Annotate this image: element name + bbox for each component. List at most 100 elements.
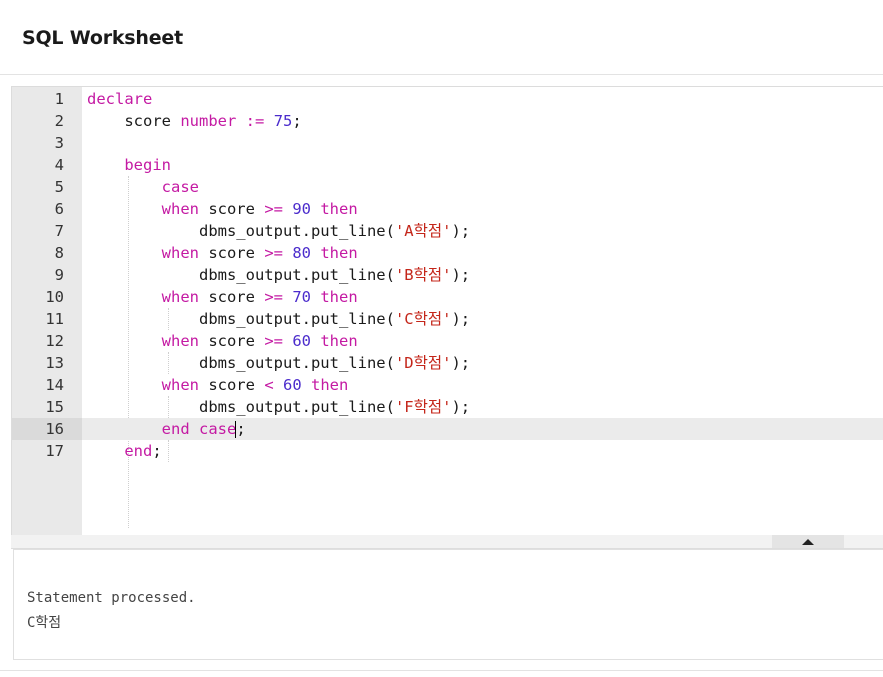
keyword-token: case bbox=[199, 420, 237, 438]
code-token: dbms_output.put_line( bbox=[87, 266, 395, 284]
code-token: ; bbox=[236, 420, 246, 438]
keyword-token: declare bbox=[87, 90, 153, 108]
code-line[interactable]: 4 begin bbox=[12, 154, 883, 176]
code-line[interactable]: 13 dbms_output.put_line('D학점'); bbox=[12, 352, 883, 374]
code-line[interactable]: 2 score number := 75; bbox=[12, 110, 883, 132]
collapse-output-button[interactable] bbox=[772, 535, 844, 548]
keyword-token: then bbox=[320, 332, 358, 350]
footer-divider bbox=[0, 670, 883, 671]
string-token: 'A학점' bbox=[394, 222, 452, 240]
output-status: Statement processed. bbox=[27, 590, 196, 606]
code-text[interactable]: when score >= 70 then bbox=[87, 286, 358, 308]
code-token: dbms_output.put_line( bbox=[87, 222, 395, 240]
code-text[interactable]: when score < 60 then bbox=[87, 374, 349, 396]
line-number: 2 bbox=[54, 112, 64, 130]
code-text[interactable]: end case; bbox=[87, 418, 246, 440]
line-number: 15 bbox=[45, 398, 64, 416]
line-number: 12 bbox=[45, 332, 64, 350]
line-number: 9 bbox=[54, 266, 64, 284]
line-number: 1 bbox=[54, 90, 64, 108]
line-number: 5 bbox=[54, 178, 64, 196]
code-token: ); bbox=[451, 310, 471, 328]
code-token: dbms_output.put_line( bbox=[87, 354, 395, 372]
chevron-up-icon bbox=[802, 538, 814, 545]
number-token: 80 bbox=[292, 244, 311, 262]
code-line[interactable]: 16 end case; bbox=[12, 418, 883, 440]
line-number: 7 bbox=[54, 222, 64, 240]
code-token: ; bbox=[292, 112, 302, 130]
keyword-token: case bbox=[161, 178, 199, 196]
code-text[interactable]: case bbox=[87, 176, 199, 198]
code-text[interactable]: when score >= 80 then bbox=[87, 242, 358, 264]
keyword-token: when bbox=[161, 244, 199, 262]
code-line[interactable]: 14 when score < 60 then bbox=[12, 374, 883, 396]
code-line[interactable]: 6 when score >= 90 then bbox=[12, 198, 883, 220]
string-token: 'D학점' bbox=[394, 354, 452, 372]
code-text[interactable]: dbms_output.put_line('D학점'); bbox=[87, 352, 470, 374]
code-line[interactable]: 3 bbox=[12, 132, 883, 154]
code-editor[interactable]: 1 declare 2 score number := 75; 3 4 begin 5 c… bbox=[11, 86, 883, 537]
code-text[interactable]: declare bbox=[87, 88, 152, 110]
code-text[interactable]: end; bbox=[87, 440, 162, 462]
keyword-token: >= bbox=[264, 200, 283, 218]
code-text[interactable]: when score >= 60 then bbox=[87, 330, 358, 352]
keyword-token: number bbox=[180, 112, 237, 130]
code-token: ); bbox=[451, 398, 471, 416]
code-line[interactable]: 9 dbms_output.put_line('B학점'); bbox=[12, 264, 883, 286]
pane-splitter[interactable] bbox=[11, 535, 883, 549]
code-lines[interactable]: 1 declare 2 score number := 75; 3 4 begin 5 c… bbox=[12, 88, 883, 462]
code-line[interactable]: 17 end; bbox=[12, 440, 883, 462]
number-token: 90 bbox=[292, 200, 311, 218]
code-token: ); bbox=[451, 266, 471, 284]
code-text[interactable]: score number := 75; bbox=[87, 110, 302, 132]
code-line[interactable]: 11 dbms_output.put_line('C학점'); bbox=[12, 308, 883, 330]
code-text[interactable]: dbms_output.put_line('C학점'); bbox=[87, 308, 470, 330]
code-token: ; bbox=[152, 442, 162, 460]
keyword-token: end bbox=[161, 420, 190, 438]
line-number: 4 bbox=[54, 156, 64, 174]
line-number: 6 bbox=[54, 200, 64, 218]
page-title: SQL Worksheet bbox=[22, 27, 183, 49]
line-number: 8 bbox=[54, 244, 64, 262]
code-line[interactable]: 12 when score >= 60 then bbox=[12, 330, 883, 352]
string-token: 'F학점' bbox=[394, 398, 452, 416]
code-token: ); bbox=[451, 222, 471, 240]
number-token: 60 bbox=[283, 376, 302, 394]
line-number: 11 bbox=[45, 310, 64, 328]
code-token: score bbox=[198, 200, 265, 218]
keyword-token: then bbox=[320, 288, 358, 306]
code-line[interactable]: 15 dbms_output.put_line('F학점'); bbox=[12, 396, 883, 418]
code-text[interactable]: dbms_output.put_line('F학점'); bbox=[87, 396, 470, 418]
line-number: 3 bbox=[54, 134, 64, 152]
number-token: 70 bbox=[292, 288, 311, 306]
code-text[interactable]: dbms_output.put_line('A학점'); bbox=[87, 220, 470, 242]
code-line[interactable]: 7 dbms_output.put_line('A학점'); bbox=[12, 220, 883, 242]
code-line[interactable]: 1 declare bbox=[12, 88, 883, 110]
code-text[interactable]: when score >= 90 then bbox=[87, 198, 358, 220]
line-number: 14 bbox=[45, 376, 64, 394]
code-text[interactable]: begin bbox=[87, 154, 171, 176]
code-line[interactable]: 5 case bbox=[12, 176, 883, 198]
code-token: score bbox=[198, 332, 265, 350]
output-result: C학점 bbox=[27, 615, 62, 631]
code-line[interactable]: 8 when score >= 80 then bbox=[12, 242, 883, 264]
code-token: ); bbox=[451, 354, 471, 372]
code-line[interactable]: 10 when score >= 70 then bbox=[12, 286, 883, 308]
code-text[interactable]: dbms_output.put_line('B학점'); bbox=[87, 264, 470, 286]
number-token: 60 bbox=[292, 332, 311, 350]
